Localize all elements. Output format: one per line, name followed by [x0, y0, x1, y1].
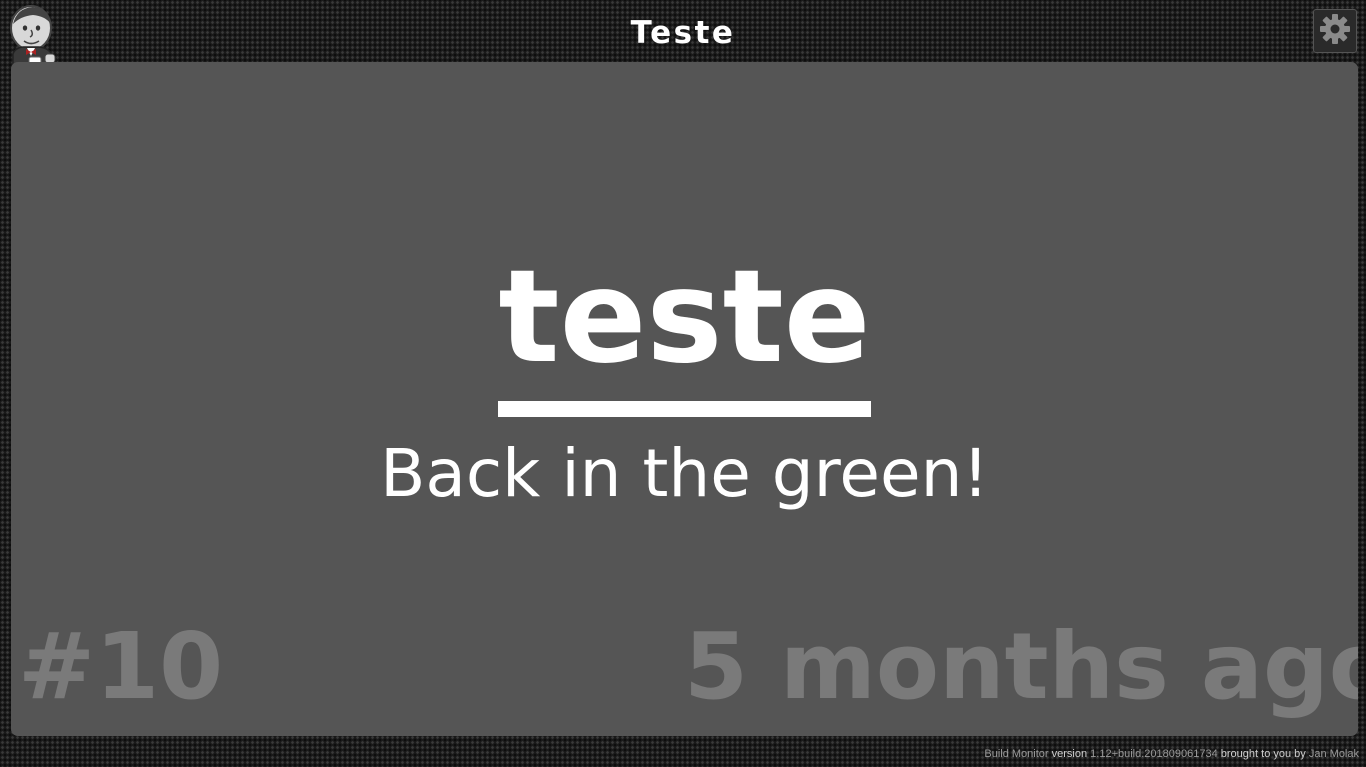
footer-version: 1.12+build.201809061734: [1090, 748, 1218, 760]
footer-product: Build Monitor: [984, 748, 1049, 760]
status-message: Back in the green!: [380, 435, 989, 512]
footer-brought-by: brought to you by: [1220, 748, 1306, 760]
header: Teste: [0, 0, 1366, 74]
settings-button[interactable]: [1313, 9, 1357, 53]
job-tile: teste Back in the green! #10 5 months ag…: [11, 62, 1358, 736]
job-name-label: teste: [498, 243, 871, 392]
page-title: Teste: [630, 15, 736, 51]
build-number: #10: [18, 613, 224, 720]
job-name-link[interactable]: teste: [498, 250, 871, 417]
job-name-underline: [498, 401, 871, 417]
gear-icon: [1319, 13, 1351, 49]
job-name: teste: [11, 250, 1358, 417]
footer-author-link[interactable]: Jan Molak: [1309, 748, 1359, 760]
footer: Build Monitor version 1.12+build.2018090…: [984, 747, 1359, 761]
build-time: 5 months ago: [684, 613, 1358, 720]
footer-version-label: version: [1051, 748, 1088, 760]
